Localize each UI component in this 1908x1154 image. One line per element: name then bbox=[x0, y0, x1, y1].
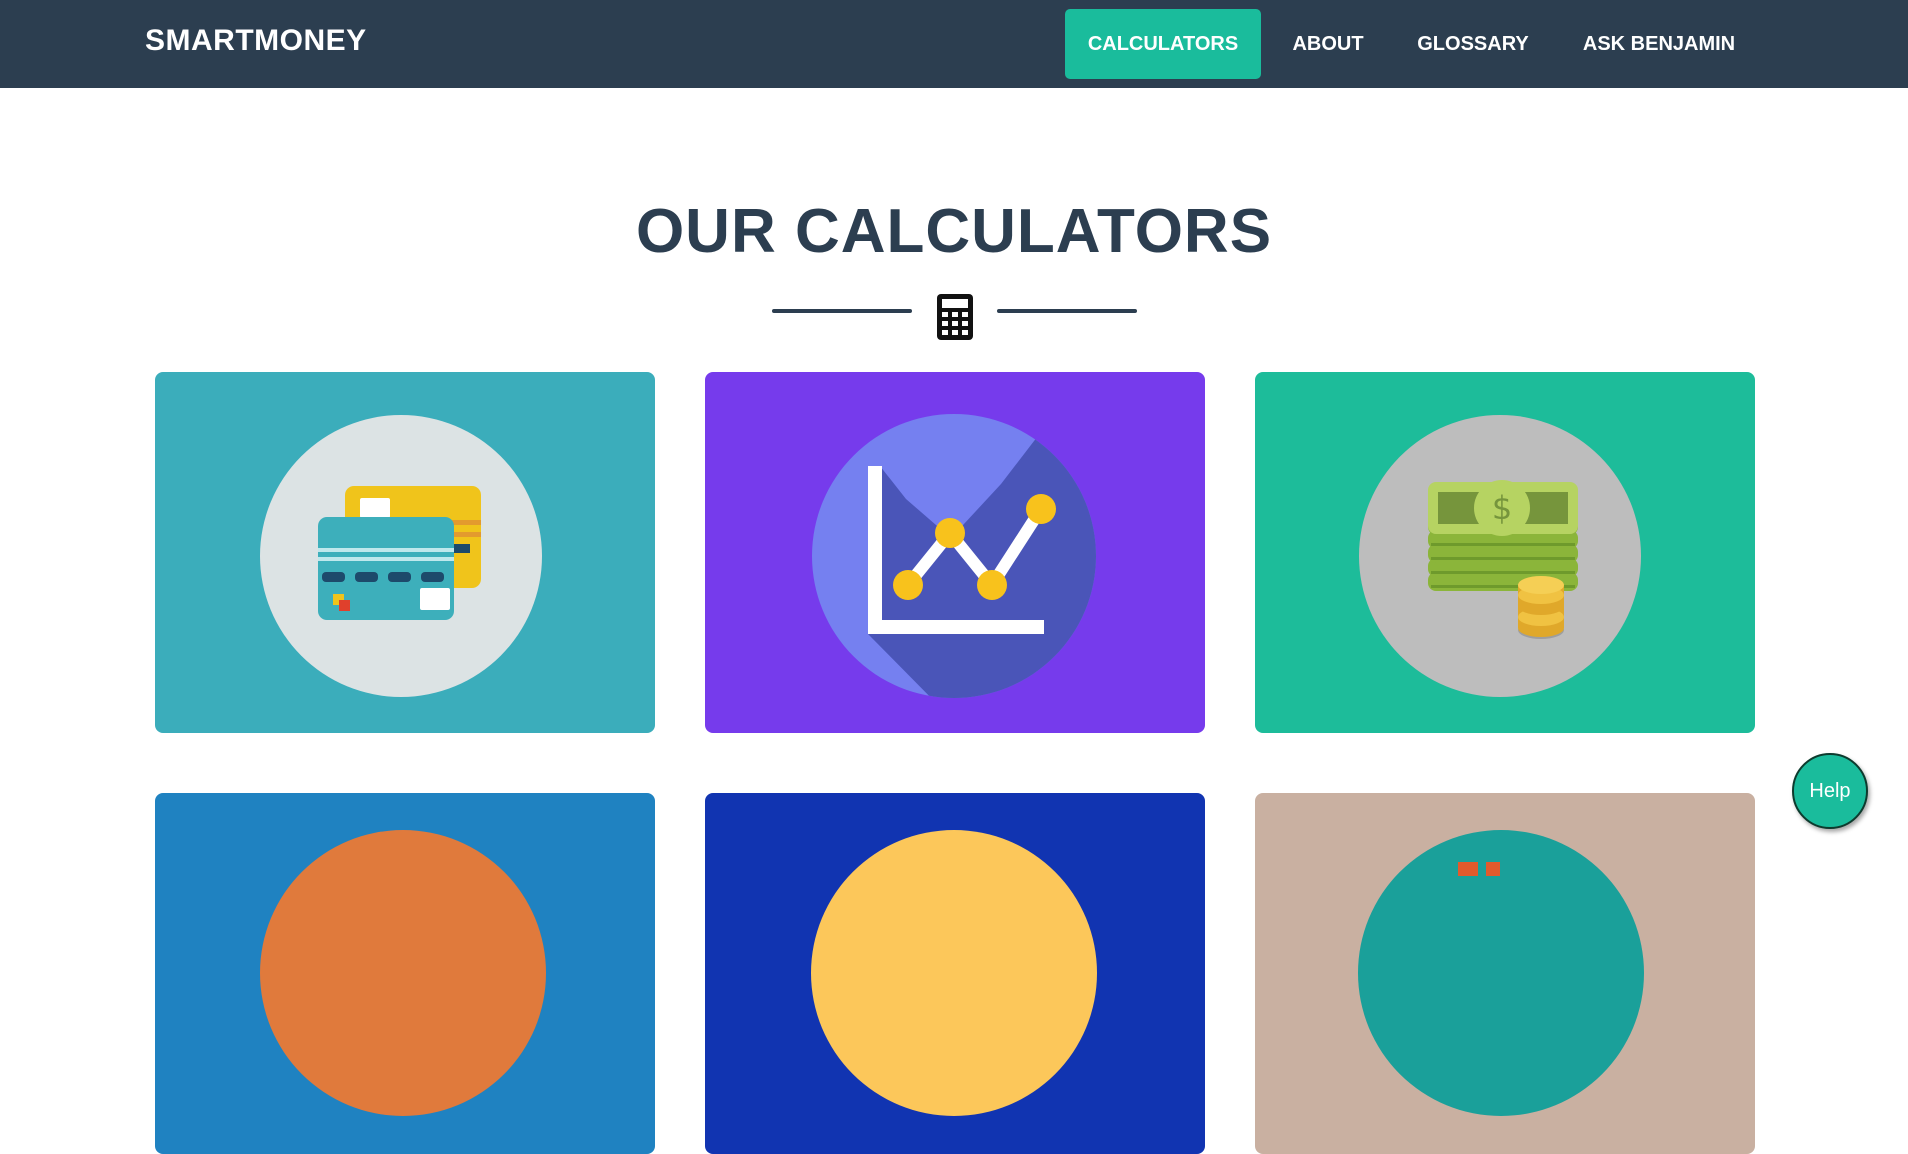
top-navbar: SMARTMONEY CALCULATORS ABOUT GLOSSARY AS… bbox=[0, 0, 1908, 88]
yellow-circle-icon bbox=[811, 830, 1097, 1116]
calculator-card-6[interactable] bbox=[1255, 793, 1755, 1154]
credit-cards-icon bbox=[260, 415, 542, 697]
divider-right bbox=[997, 309, 1137, 313]
calculator-icon bbox=[937, 294, 973, 340]
calculator-card-5[interactable] bbox=[705, 793, 1205, 1154]
help-button[interactable]: Help bbox=[1792, 753, 1868, 829]
money-stack-icon: $ bbox=[1359, 415, 1641, 697]
section-title: OUR CALCULATORS bbox=[635, 197, 1273, 266]
teal-circle-icon bbox=[1358, 830, 1644, 1116]
divider-left bbox=[772, 309, 912, 313]
nav-calculators[interactable]: CALCULATORS bbox=[1065, 9, 1261, 79]
brand-logo[interactable]: SMARTMONEY bbox=[145, 24, 367, 58]
calculator-card-4[interactable] bbox=[155, 793, 655, 1154]
nav-about[interactable]: ABOUT bbox=[1278, 9, 1378, 79]
calculator-card-savings[interactable]: $ bbox=[1255, 372, 1755, 733]
svg-text:$: $ bbox=[1492, 489, 1512, 527]
orange-circle-icon bbox=[260, 830, 546, 1116]
calculator-card-credit[interactable] bbox=[155, 372, 655, 733]
calculator-card-investment[interactable] bbox=[705, 372, 1205, 733]
nav-glossary[interactable]: GLOSSARY bbox=[1400, 9, 1546, 79]
nav-ask-benjamin[interactable]: ASK BENJAMIN bbox=[1568, 9, 1750, 79]
line-graph-icon bbox=[812, 414, 1096, 698]
